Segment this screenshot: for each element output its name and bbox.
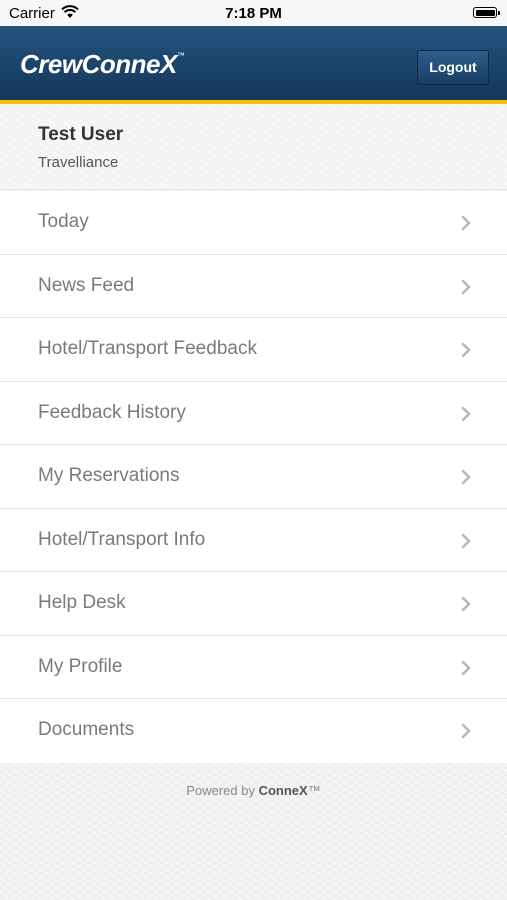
menu-item-my-reservations[interactable]: My Reservations: [0, 445, 507, 509]
logout-button[interactable]: Logout: [417, 50, 489, 85]
chevron-right-icon: [461, 279, 471, 294]
menu-item-help-desk[interactable]: Help Desk: [0, 572, 507, 636]
menu-item-label: My Reservations: [38, 465, 180, 486]
chevron-right-icon: [461, 723, 471, 739]
chevron-right-icon: [461, 406, 471, 421]
user-name: Test User: [38, 124, 124, 145]
menu-item-label: Hotel/Transport Info: [38, 528, 206, 550]
menu-item-my-profile[interactable]: My Profile: [0, 635, 507, 699]
clock-time: 7:18 PM: [225, 5, 282, 22]
user-panel: Test User Travelliance: [0, 104, 507, 190]
menu-item-label: Feedback History: [38, 401, 186, 423]
menu-item-news-feed[interactable]: News Feed: [0, 254, 507, 318]
battery-icon: [473, 7, 500, 18]
status-bar: Carrier 7:18 PM: [0, 0, 507, 26]
chevron-right-icon: [461, 533, 471, 548]
menu-item-today[interactable]: Today: [0, 191, 507, 255]
powered-by-footer: Powered by ConneX™: [186, 783, 321, 798]
menu-item-documents[interactable]: Documents: [0, 699, 507, 763]
menu-item-hotel-transport-feedback[interactable]: Hotel/Transport Feedback: [0, 318, 507, 382]
chevron-right-icon: [461, 342, 471, 358]
menu-item-label: Hotel/Transport Feedback: [38, 338, 257, 359]
chevron-right-icon: [461, 660, 471, 675]
chevron-right-icon: [461, 596, 471, 612]
menu-item-feedback-history[interactable]: Feedback History: [0, 381, 507, 445]
powered-by-brand: ConneX: [258, 783, 308, 798]
main-menu: Today News Feed Hotel/Transport Feedback…: [0, 191, 507, 763]
user-company: Travelliance: [38, 154, 119, 171]
menu-item-label: Help Desk: [38, 592, 126, 613]
chevron-right-icon: [461, 215, 471, 231]
menu-item-label: Documents: [38, 719, 135, 740]
menu-item-label: Today: [38, 211, 89, 232]
menu-item-label: My Profile: [38, 655, 123, 677]
menu-item-hotel-transport-info[interactable]: Hotel/Transport Info: [0, 508, 507, 572]
app-logo: CrewConneX™: [20, 49, 185, 79]
menu-item-label: News Feed: [38, 274, 135, 296]
chevron-right-icon: [461, 469, 471, 485]
